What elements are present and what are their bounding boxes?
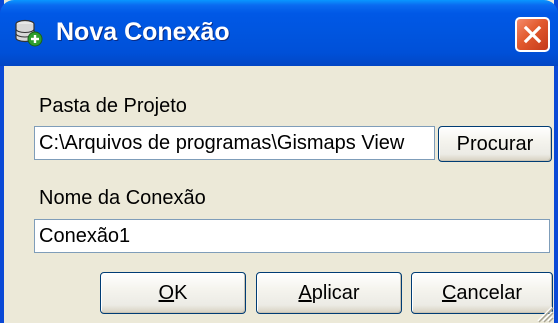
ok-button-label: OK: [158, 282, 188, 304]
project-folder-label: Pasta de Projeto: [39, 95, 187, 117]
connection-name-input[interactable]: Conexão1: [34, 219, 550, 253]
apply-button-label: Aplicar: [298, 282, 360, 304]
cancel-button-label: Cancelar: [441, 282, 523, 304]
dialog-window: Nova Conexão Pasta de Projeto C:\Arquivo…: [0, 0, 558, 323]
project-folder-input[interactable]: C:\Arquivos de programas\Gismaps View: [34, 126, 435, 160]
apply-button[interactable]: Aplicar: [256, 272, 402, 314]
database-add-icon: [15, 19, 43, 47]
connection-name-label: Nome da Conexão: [39, 187, 206, 209]
close-icon: [523, 25, 542, 44]
cancel-button[interactable]: Cancelar: [411, 272, 553, 314]
browse-button[interactable]: Procurar: [438, 126, 552, 162]
ok-button[interactable]: OK: [100, 272, 246, 314]
title-bar[interactable]: Nova Conexão: [0, 0, 558, 66]
resize-grip-icon[interactable]: [534, 303, 554, 323]
dialog-title: Nova Conexão: [56, 18, 230, 46]
close-button[interactable]: [515, 17, 550, 52]
